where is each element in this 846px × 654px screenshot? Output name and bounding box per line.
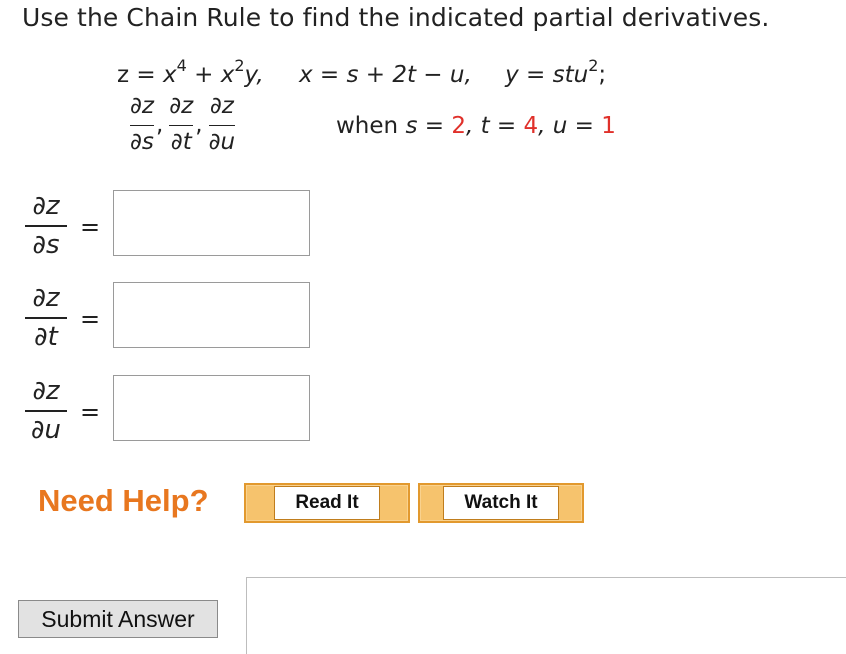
answer-den: ∂t: [34, 321, 58, 352]
partial-z-t: ∂z ∂t: [169, 92, 194, 157]
answer-label-dz-ds: ∂z ∂s: [25, 192, 67, 259]
u-label: , u =: [538, 113, 602, 139]
partial-num: ∂z: [209, 93, 234, 119]
comma: ,: [155, 111, 164, 138]
z-plus: +: [186, 62, 221, 88]
u-value: 1: [601, 113, 616, 139]
answer-num: ∂z: [32, 376, 60, 406]
z-lhs: z =: [117, 62, 163, 88]
answer-num: ∂z: [32, 191, 60, 221]
watch-it-label: Watch It: [443, 486, 559, 520]
answer-label-dz-du: ∂z ∂u: [25, 377, 67, 444]
read-it-button[interactable]: Read It: [244, 483, 410, 523]
equals-sign: =: [80, 398, 101, 426]
submit-answer-button[interactable]: Submit Answer: [18, 600, 218, 638]
equals-sign: =: [80, 213, 101, 241]
read-it-label: Read It: [274, 486, 380, 520]
z-definition: z = x4 + x2y,: [117, 56, 271, 88]
y-lhs: y =: [505, 62, 553, 88]
partial-num: ∂z: [130, 93, 154, 119]
answer-den: ∂s: [32, 229, 60, 260]
answer-input-dz-du[interactable]: [113, 375, 310, 441]
z-x-2: x: [220, 62, 235, 88]
evaluation-point: when s = 2, t = 4, u = 1: [336, 113, 616, 139]
need-help-label: Need Help?: [38, 483, 209, 518]
fraction-bar: [208, 125, 236, 126]
z-exp-4: 4: [176, 56, 187, 75]
s-value: 2: [451, 113, 466, 139]
when-label: when: [336, 113, 406, 139]
partial-den: ∂t: [170, 129, 192, 155]
fraction-bar: [169, 125, 194, 126]
t-label: , t =: [465, 113, 524, 139]
comma: ,: [195, 111, 203, 138]
z-y: y,: [244, 62, 264, 88]
watch-it-button[interactable]: Watch It: [418, 483, 584, 523]
partial-num: ∂z: [169, 93, 194, 119]
answer-den: ∂u: [31, 414, 61, 445]
fraction-bar: [25, 225, 67, 227]
partial-den: ∂s: [130, 129, 154, 155]
requested-partials: ∂z ∂s , ∂z ∂t , ∂z ∂u: [130, 92, 236, 157]
z-exp-2: 2: [234, 56, 245, 75]
equals-sign: =: [80, 305, 101, 333]
partial-z-s: ∂z ∂s: [130, 92, 154, 157]
y-exp: 2: [588, 56, 599, 75]
feedback-panel: [246, 577, 846, 654]
fraction-bar: [130, 125, 154, 126]
x-definition: x = s + 2t − u,: [298, 62, 472, 88]
t-value: 4: [523, 113, 539, 139]
y-end: ;: [598, 62, 607, 88]
s-label: s =: [405, 113, 452, 139]
fraction-bar: [25, 317, 67, 319]
question-prompt: Use the Chain Rule to find the indicated…: [22, 3, 770, 32]
answer-num: ∂z: [32, 283, 60, 313]
z-x: x: [162, 62, 177, 88]
answer-label-dz-dt: ∂z ∂t: [25, 284, 67, 351]
fraction-bar: [25, 410, 67, 412]
given-equations: z = x4 + x2y, x = s + 2t − u, y = stu2;: [117, 56, 607, 88]
y-definition: y = stu2;: [505, 56, 607, 88]
partial-z-u: ∂z ∂u: [208, 92, 236, 157]
partial-den: ∂u: [208, 129, 236, 155]
answer-input-dz-ds[interactable]: [113, 190, 310, 256]
y-stu: stu: [552, 62, 589, 88]
answer-input-dz-dt[interactable]: [113, 282, 310, 348]
